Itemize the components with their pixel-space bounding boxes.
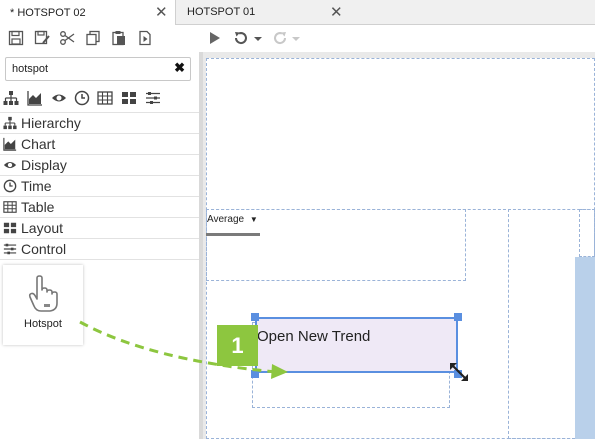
table-icon (3, 201, 17, 213)
palette-item-label: Hotspot (24, 318, 62, 330)
table-icon[interactable] (97, 90, 113, 106)
tab-label: * HOTSPOT 02 (10, 6, 86, 19)
category-time[interactable]: Time (0, 176, 199, 197)
paste-icon[interactable] (111, 30, 127, 46)
chart-icon[interactable] (27, 90, 43, 106)
category-display[interactable]: Display (0, 155, 199, 176)
clear-search-icon[interactable]: ✖ (174, 60, 185, 76)
redo-icon[interactable] (272, 30, 288, 46)
category-hierarchy[interactable]: Hierarchy (0, 113, 199, 134)
palette-item-hotspot[interactable]: Hotspot (3, 265, 83, 345)
close-icon[interactable]: ✕ (330, 3, 343, 21)
display-icon[interactable] (51, 90, 67, 106)
layout-icon[interactable] (121, 90, 137, 106)
dropdown-underline (206, 233, 260, 236)
control-icon (3, 243, 17, 255)
display-icon (3, 161, 17, 169)
time-icon[interactable] (74, 90, 90, 106)
category-table[interactable]: Table (0, 197, 199, 218)
play-icon[interactable] (207, 30, 223, 46)
time-icon (3, 179, 17, 193)
side-subpanel-frame (579, 209, 595, 257)
search-input[interactable] (12, 61, 162, 77)
layout-icon (3, 222, 17, 234)
resize-handle-bottom-right[interactable] (454, 370, 462, 378)
copy-icon[interactable] (85, 30, 101, 46)
category-label: Chart (21, 136, 56, 152)
hotspot-text[interactable]: Open New Trend (257, 328, 370, 345)
undo-icon[interactable] (233, 30, 249, 46)
hand-pointer-icon (28, 275, 58, 312)
category-label: Control (21, 241, 67, 257)
resize-handle-top-left[interactable] (251, 313, 259, 321)
cut-icon[interactable] (59, 30, 75, 46)
resize-handle-top-right[interactable] (454, 313, 462, 321)
category-control[interactable]: Control (0, 239, 199, 260)
search-box: ✖ (5, 57, 191, 81)
tab-bar: * HOTSPOT 02 ✕ HOTSPOT 01 ✕ (0, 0, 595, 25)
aggregate-dropdown[interactable]: Average ▼ (207, 214, 258, 225)
chevron-down-icon: ▼ (249, 215, 258, 224)
component-sidebar: ✖ (0, 52, 199, 439)
control-icon[interactable] (145, 90, 161, 106)
side-chart-area (575, 257, 595, 439)
category-label: Layout (21, 220, 64, 236)
aggregate-dropdown-label: Average (207, 214, 245, 225)
close-icon[interactable]: ✕ (155, 3, 168, 21)
category-label: Table (21, 199, 55, 215)
category-label: Hierarchy (21, 115, 81, 131)
tab-hotspot-01[interactable]: HOTSPOT 01 ✕ (177, 0, 347, 24)
export-icon[interactable] (137, 30, 153, 46)
save-as-icon[interactable] (34, 30, 50, 46)
hierarchy-icon[interactable] (3, 90, 19, 106)
step-badge: 1 (217, 325, 258, 366)
hierarchy-icon (3, 116, 17, 130)
design-canvas[interactable]: Average ▼ Open New Trend (203, 52, 595, 439)
save-icon[interactable] (8, 30, 24, 46)
category-label: Time (21, 178, 52, 194)
category-label: Display (21, 157, 67, 173)
undo-dropdown-icon[interactable] (253, 30, 263, 46)
redo-dropdown-icon[interactable] (291, 30, 301, 46)
toolbar (0, 25, 595, 53)
tab-label: HOTSPOT 01 (187, 6, 256, 18)
chart-icon (3, 137, 17, 151)
tab-hotspot-02[interactable]: * HOTSPOT 02 ✕ (0, 0, 176, 25)
category-chart[interactable]: Chart (0, 134, 199, 155)
category-layout[interactable]: Layout (0, 218, 199, 239)
resize-handle-bottom-left[interactable] (251, 370, 259, 378)
hotspot-element[interactable]: Open New Trend (255, 317, 458, 373)
